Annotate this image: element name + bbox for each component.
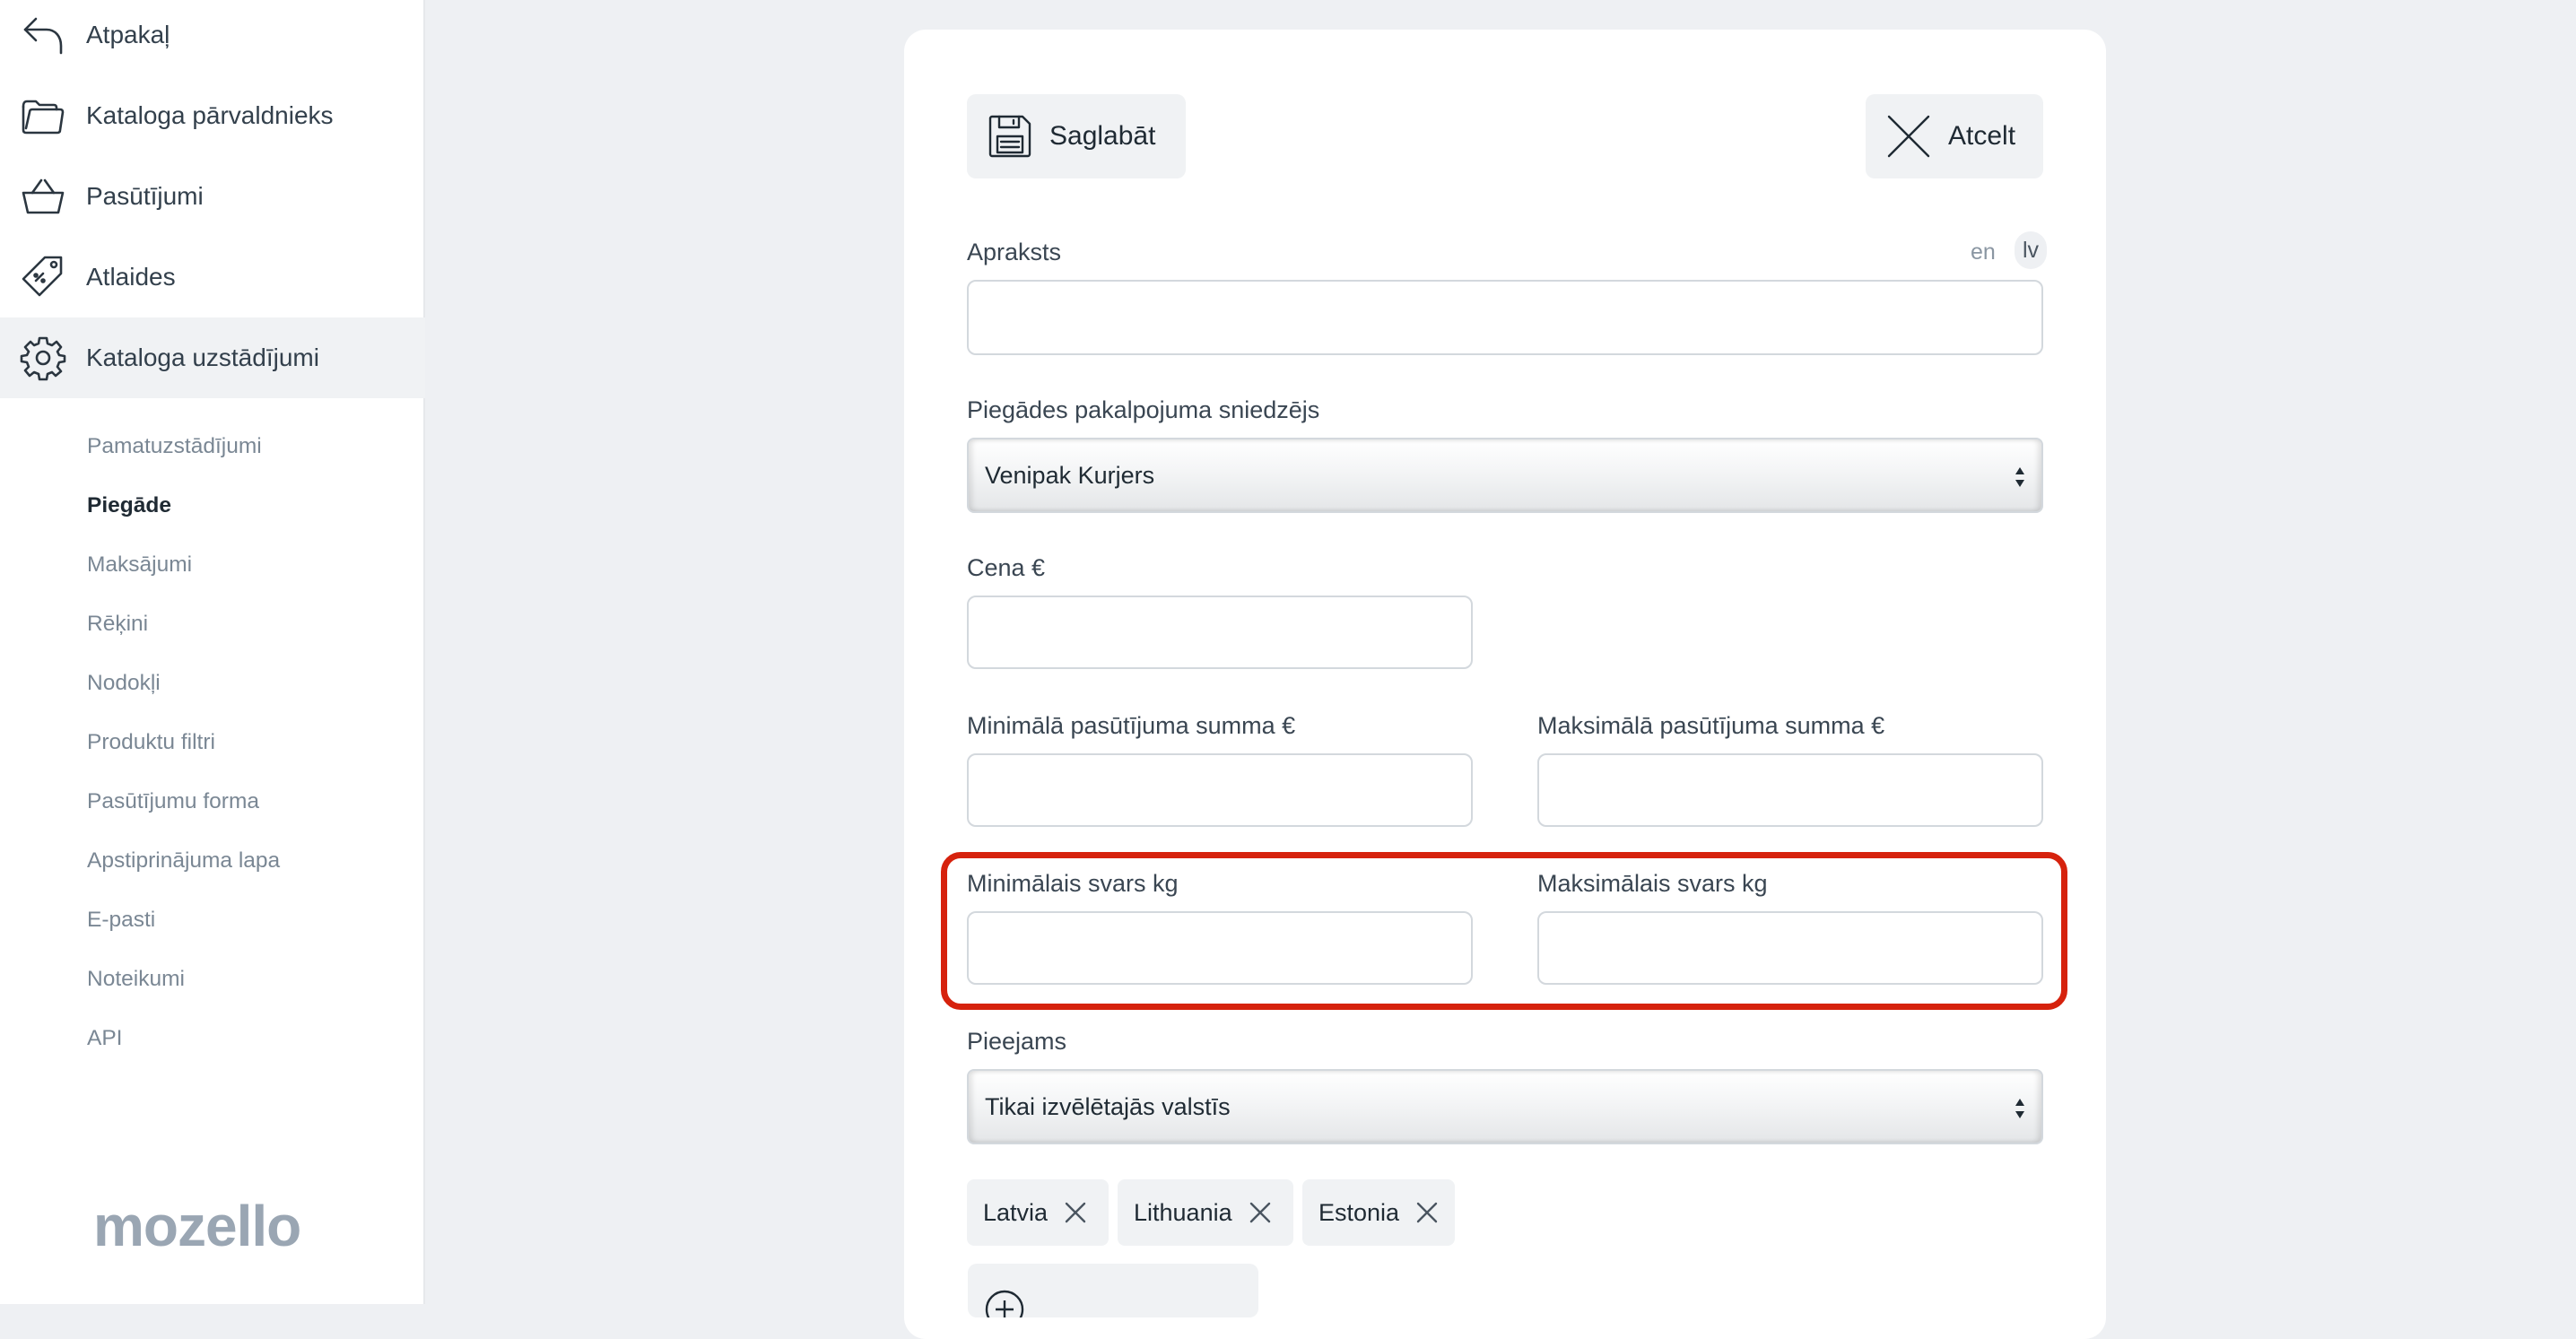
provider-select[interactable]: Venipak Kurjers xyxy=(967,438,2043,513)
nav-orders-label: Pasūtījumi xyxy=(86,182,204,210)
available-label: Pieejams xyxy=(967,1028,1067,1055)
close-icon xyxy=(1887,115,1930,158)
min-weight-label: Minimālais svars kg xyxy=(967,870,1179,897)
subnav-api[interactable]: API xyxy=(87,1021,123,1056)
price-label: Cena € xyxy=(967,554,1046,581)
remove-icon[interactable] xyxy=(1064,1201,1087,1224)
price-input[interactable] xyxy=(967,596,1473,669)
lang-lv[interactable]: lv xyxy=(2015,231,2047,269)
remove-icon[interactable] xyxy=(1249,1201,1272,1224)
subnav-terms[interactable]: Noteikumi xyxy=(87,961,185,997)
min-order-input[interactable] xyxy=(967,753,1473,827)
mozello-logo: mozello xyxy=(93,1194,301,1258)
sidebar: Atpakaļ Kataloga pārvaldnieks Pasūtījumi… xyxy=(0,0,425,1304)
nav-catalog-manager-label: Kataloga pārvaldnieks xyxy=(86,101,334,129)
nav-orders[interactable]: Pasūtījumi xyxy=(0,156,425,237)
subnav-delivery[interactable]: Piegāde xyxy=(87,488,171,524)
select-arrows-icon xyxy=(2015,1099,2024,1118)
select-arrows-icon xyxy=(2015,467,2024,487)
cancel-button-label: Atcelt xyxy=(1948,121,2016,151)
country-chip-lithuania: Lithuania xyxy=(1118,1179,1293,1246)
country-chip-estonia: Estonia xyxy=(1302,1179,1455,1246)
discount-tag-icon xyxy=(20,254,66,300)
min-order-label: Minimālā pasūtījuma summa € xyxy=(967,712,1296,739)
save-button[interactable]: Saglabāt xyxy=(967,94,1186,178)
max-order-label: Maksimālā pasūtījuma summa € xyxy=(1537,712,1885,739)
nav-back-label: Atpakaļ xyxy=(86,21,170,48)
description-label: Apraksts xyxy=(967,239,1062,265)
min-weight-input[interactable] xyxy=(967,911,1473,985)
subnav-product-filters[interactable]: Produktu filtri xyxy=(87,725,215,761)
subnav-order-form[interactable]: Pasūtījumu forma xyxy=(87,784,259,820)
max-order-input[interactable] xyxy=(1537,753,2043,827)
nav-back[interactable]: Atpakaļ xyxy=(0,0,425,75)
provider-select-value: Venipak Kurjers xyxy=(985,461,1155,489)
subnav-emails[interactable]: E-pasti xyxy=(87,902,155,938)
add-country-button[interactable] xyxy=(968,1264,1258,1317)
nav-discounts-label: Atlaides xyxy=(86,263,176,291)
subnav-confirmation-page[interactable]: Apstiprinājuma lapa xyxy=(87,843,280,879)
basket-icon xyxy=(20,173,66,220)
nav-catalog-settings[interactable]: Kataloga uzstādījumi xyxy=(0,317,425,398)
remove-icon[interactable] xyxy=(1415,1201,1439,1224)
country-chip-label: Estonia xyxy=(1318,1198,1400,1226)
gear-icon xyxy=(20,335,66,381)
save-button-label: Saglabāt xyxy=(1049,121,1156,151)
floppy-disk-icon xyxy=(988,115,1031,158)
lang-en[interactable]: en xyxy=(1971,239,1996,265)
nav-catalog-manager[interactable]: Kataloga pārvaldnieks xyxy=(0,75,425,156)
subnav-invoices[interactable]: Rēķini xyxy=(87,606,148,642)
country-chip-latvia: Latvia xyxy=(967,1179,1109,1246)
folder-icon xyxy=(20,92,66,139)
description-input[interactable] xyxy=(967,280,2043,355)
subnav-taxes[interactable]: Nodokļi xyxy=(87,665,161,701)
subnav-payments[interactable]: Maksājumi xyxy=(87,547,192,583)
available-select-value: Tikai izvēlētajās valstīs xyxy=(985,1092,1231,1120)
subnav-basic-settings[interactable]: Pamatuzstādījumi xyxy=(87,429,262,465)
available-select[interactable]: Tikai izvēlētajās valstīs xyxy=(967,1069,2043,1144)
provider-label: Piegādes pakalpojuma sniedzējs xyxy=(967,396,1320,423)
nav-discounts[interactable]: Atlaides xyxy=(0,237,425,317)
nav-catalog-settings-label: Kataloga uzstādījumi xyxy=(86,343,319,371)
country-chip-label: Lithuania xyxy=(1134,1198,1232,1226)
back-arrow-icon xyxy=(20,12,66,58)
country-chip-label: Latvia xyxy=(983,1198,1049,1226)
max-weight-input[interactable] xyxy=(1537,911,2043,985)
max-weight-label: Maksimālais svars kg xyxy=(1537,870,1768,897)
plus-circle-icon xyxy=(985,1290,1024,1317)
cancel-button[interactable]: Atcelt xyxy=(1866,94,2043,178)
